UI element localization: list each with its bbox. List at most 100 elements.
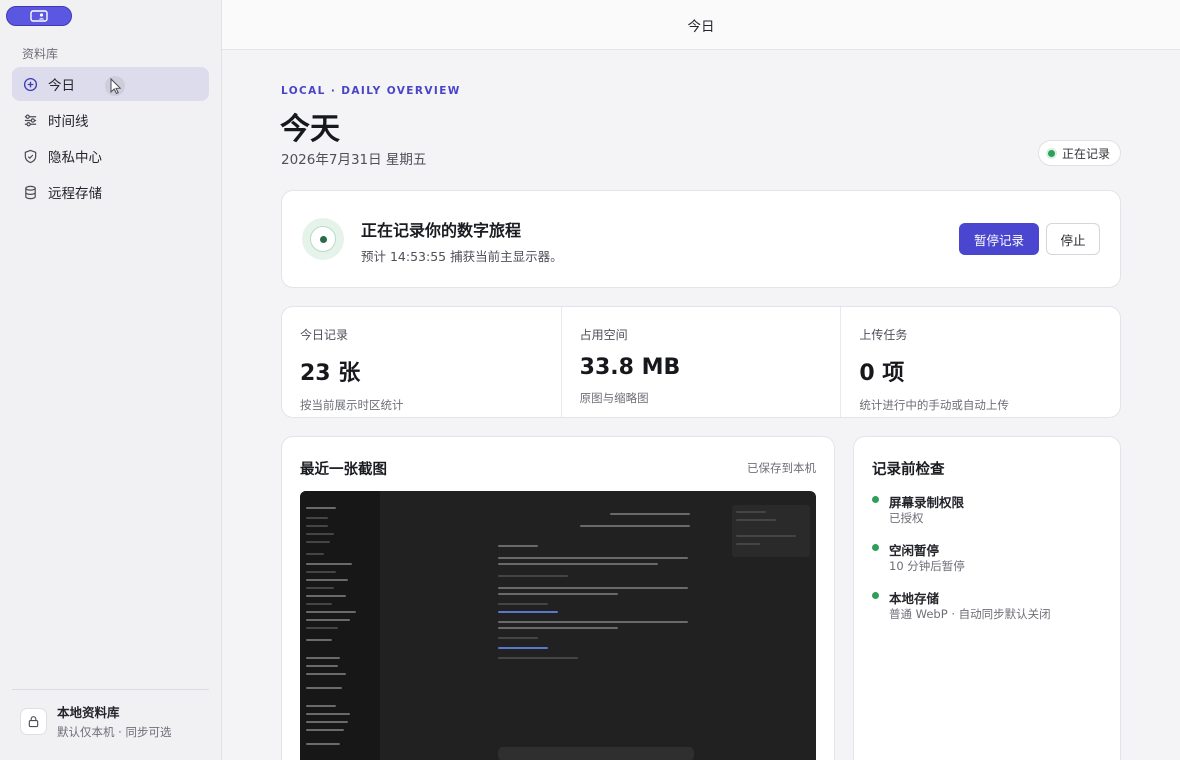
thumbnail-line bbox=[736, 511, 766, 513]
thumbnail-line bbox=[306, 657, 340, 659]
top-bar: 今日 bbox=[222, 0, 1180, 50]
thumbnail-line bbox=[306, 627, 338, 629]
mouse-cursor-icon bbox=[105, 76, 125, 96]
overview-eyebrow: LOCAL · DAILY OVERVIEW bbox=[281, 85, 461, 97]
stat-value: 23 张 bbox=[300, 361, 361, 386]
stat-sub: 统计进行中的手动或自动上传 bbox=[859, 398, 1009, 412]
thumbnail-line bbox=[306, 541, 330, 543]
sidebar-item-label: 时间线 bbox=[48, 114, 89, 130]
recording-card: 正在记录你的数字旅程 预计 14:53:55 捕获当前主显示器。 暂停记录 停止 bbox=[281, 190, 1121, 288]
stats-card: 今日记录 23 张 按当前展示时区统计 占用空间 33.8 MB 原图与缩略图 … bbox=[281, 306, 1121, 418]
record-indicator-icon bbox=[302, 218, 344, 260]
stat-storage-used: 占用空间 33.8 MB 原图与缩略图 bbox=[562, 307, 842, 417]
thumbnail-line bbox=[306, 721, 348, 723]
stat-upload-tasks: 上传任务 0 项 统计进行中的手动或自动上传 bbox=[841, 307, 1120, 417]
overview-title: 今天 bbox=[280, 112, 340, 147]
thumbnail-line bbox=[498, 545, 538, 547]
stat-label: 占用空间 bbox=[579, 328, 628, 342]
thumbnail-line bbox=[498, 637, 538, 639]
thumbnail-line bbox=[306, 603, 332, 605]
sidebar: 资料库 今日 时间线 隐私中心 远程存储 本地资料库 默认仅本机 · 同步可选 bbox=[0, 0, 222, 760]
thumbnail-line bbox=[306, 507, 336, 509]
pause-recording-button[interactable]: 暂停记录 bbox=[959, 223, 1039, 255]
database-icon bbox=[22, 184, 38, 200]
thumbnail-line bbox=[736, 519, 776, 521]
thumbnail-line bbox=[306, 525, 328, 527]
thumbnail-line bbox=[498, 575, 568, 577]
thumbnail-line bbox=[498, 627, 618, 629]
thumbnail-line bbox=[306, 673, 346, 675]
screenshot-card-title: 最近一张截图 bbox=[300, 462, 387, 478]
thumbnail-line bbox=[306, 687, 342, 689]
library-subtitle: 默认仅本机 · 同步可选 bbox=[57, 725, 172, 739]
precheck-card: 记录前检查 屏幕录制权限 已授权 空闲暂停 10 分钟后暂停 本地存储 普通 W… bbox=[853, 436, 1121, 760]
sidebar-item-timeline[interactable]: 时间线 bbox=[12, 103, 209, 137]
sliders-icon bbox=[22, 112, 38, 128]
thumbnail-line bbox=[498, 647, 548, 649]
lock-icon bbox=[20, 707, 47, 735]
stat-sub: 按当前展示时区统计 bbox=[300, 398, 404, 412]
page-title: 今日 bbox=[687, 18, 715, 35]
check-status-dot bbox=[872, 544, 879, 551]
check-status-dot bbox=[872, 496, 879, 503]
library-title: 本地资料库 bbox=[57, 705, 120, 720]
sidebar-item-remote-storage[interactable]: 远程存储 bbox=[12, 175, 209, 209]
thumbnail-line bbox=[306, 533, 334, 535]
screenshot-thumbnail[interactable] bbox=[300, 491, 816, 760]
check-item-sub: 普通 WebP · 自动同步默认关闭 bbox=[889, 607, 1051, 621]
check-item-sub: 已授权 bbox=[889, 511, 924, 525]
local-library[interactable]: 本地资料库 默认仅本机 · 同步可选 bbox=[20, 702, 171, 740]
app-switcher-button[interactable] bbox=[6, 6, 72, 26]
sidebar-item-label: 今日 bbox=[48, 78, 75, 94]
thumbnail-input bbox=[498, 747, 694, 760]
thumbnail-line bbox=[498, 587, 688, 589]
stat-value: 33.8 MB bbox=[579, 355, 681, 380]
status-dot-icon bbox=[1048, 149, 1055, 157]
recording-subtitle: 预计 14:53:55 捕获当前主显示器。 bbox=[361, 249, 563, 264]
thumbnail-line bbox=[306, 595, 346, 597]
profile-card-icon bbox=[30, 10, 48, 22]
thumbnail-line bbox=[306, 571, 336, 573]
stat-sub: 原图与缩略图 bbox=[579, 391, 649, 405]
thumbnail-line bbox=[580, 525, 690, 527]
sidebar-item-privacy[interactable]: 隐私中心 bbox=[12, 139, 209, 173]
thumbnail-line bbox=[498, 611, 558, 613]
precheck-title: 记录前检查 bbox=[872, 462, 945, 478]
stat-label: 上传任务 bbox=[859, 328, 908, 342]
thumbnail-line bbox=[498, 657, 578, 659]
thumbnail-line bbox=[306, 619, 350, 621]
thumbnail-line bbox=[306, 553, 324, 555]
stat-label: 今日记录 bbox=[300, 328, 349, 342]
thumbnail-line bbox=[498, 621, 688, 623]
sidebar-item-label: 远程存储 bbox=[48, 186, 102, 202]
thumbnail-line bbox=[306, 705, 336, 707]
thumbnail-line bbox=[498, 563, 658, 565]
main-content: 今日 LOCAL · DAILY OVERVIEW 今天 2026年7月31日 … bbox=[222, 0, 1180, 760]
thumbnail-line bbox=[306, 713, 350, 715]
thumbnail-line bbox=[498, 557, 688, 559]
thumbnail-line bbox=[736, 535, 796, 537]
status-badge-label: 正在记录 bbox=[1062, 146, 1111, 161]
recording-status-badge: 正在记录 bbox=[1038, 140, 1122, 166]
thumbnail-line bbox=[610, 513, 690, 515]
screenshot-saved-label: 已保存到本机 bbox=[747, 461, 816, 475]
thumbnail-line bbox=[306, 665, 338, 667]
thumbnail-line bbox=[306, 743, 340, 745]
thumbnail-line bbox=[498, 593, 618, 595]
check-item-title: 空闲暂停 bbox=[889, 543, 940, 558]
stop-button[interactable]: 停止 bbox=[1046, 223, 1100, 255]
thumbnail-line bbox=[306, 517, 328, 519]
thumbnail-line bbox=[306, 587, 334, 589]
check-item-title: 屏幕录制权限 bbox=[889, 495, 965, 510]
stat-today-records: 今日记录 23 张 按当前展示时区统计 bbox=[282, 307, 562, 417]
thumbnail-line bbox=[306, 729, 344, 731]
thumbnail-line bbox=[306, 563, 352, 565]
sidebar-item-label: 隐私中心 bbox=[48, 150, 102, 166]
thumbnail-line bbox=[306, 579, 348, 581]
library-section-label: 资料库 bbox=[22, 47, 59, 61]
latest-screenshot-card: 最近一张截图 已保存到本机 bbox=[281, 436, 835, 760]
plus-circle-icon bbox=[22, 76, 38, 92]
sidebar-divider bbox=[12, 689, 209, 690]
thumbnail-sidebar bbox=[300, 491, 380, 760]
thumbnail-line bbox=[498, 603, 548, 605]
